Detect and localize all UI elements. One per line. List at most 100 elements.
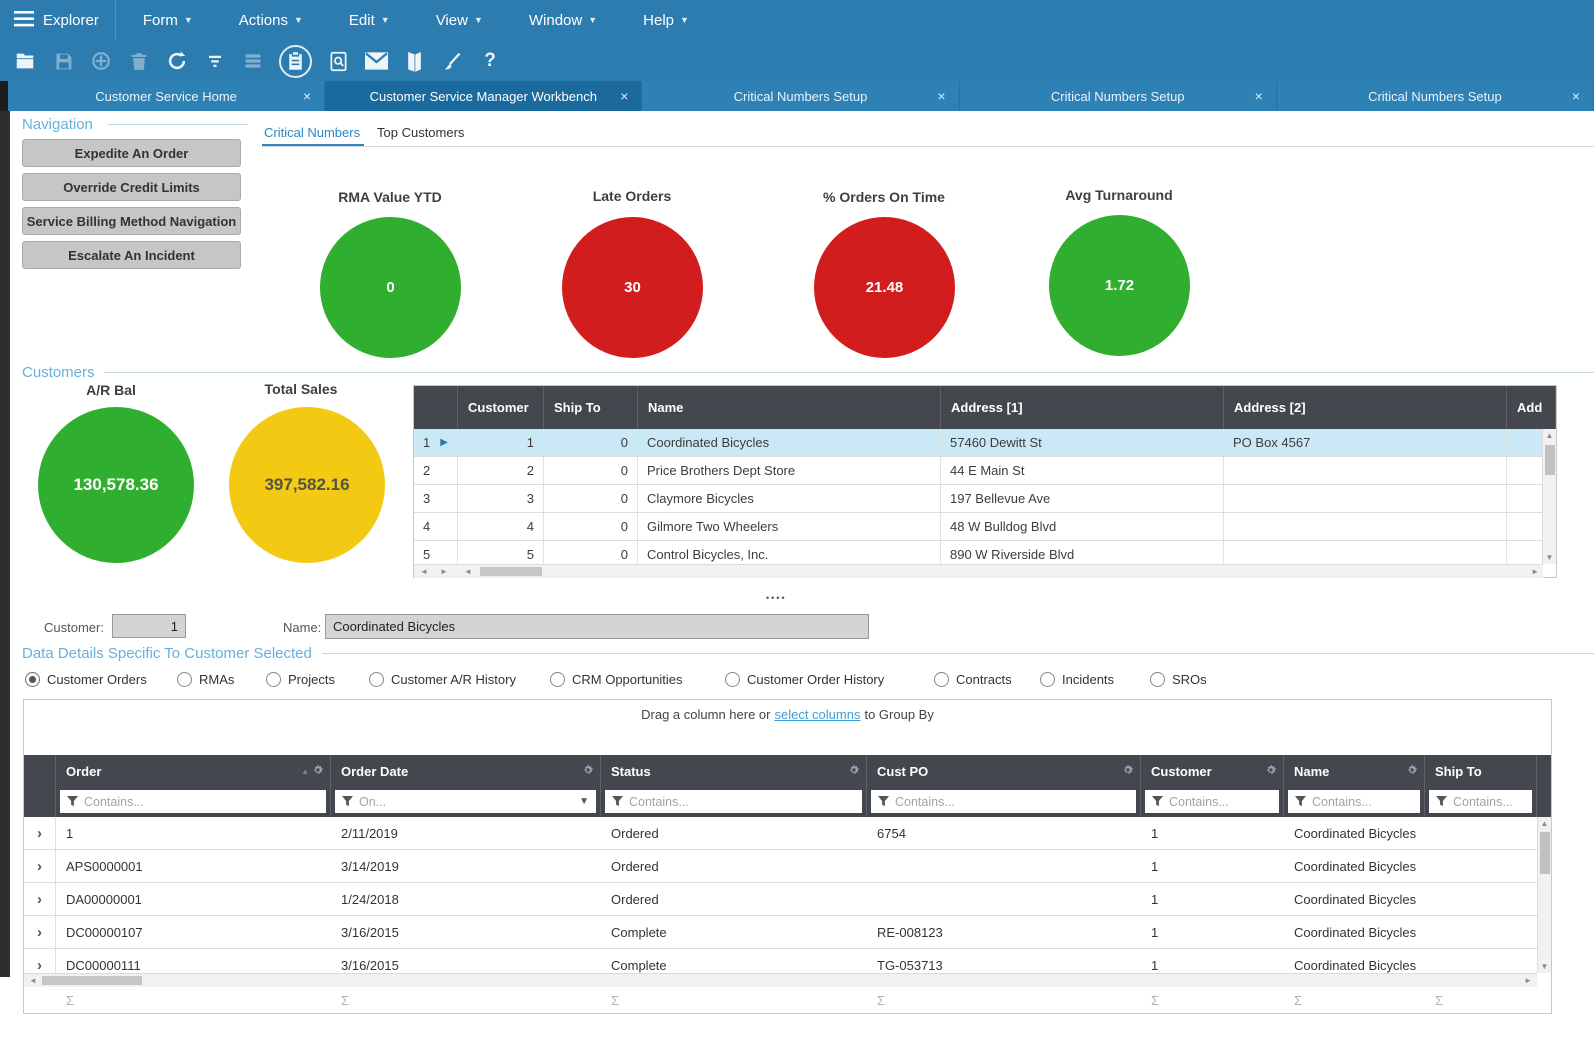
expand-row-icon[interactable]: › [24,817,56,849]
radio-projects[interactable]: Projects [266,672,335,687]
column-header-name[interactable]: Name [1284,755,1425,787]
column-header-customer[interactable]: Customer [458,386,544,429]
help-icon[interactable]: ? [478,49,502,73]
expand-row-icon[interactable]: › [24,916,56,948]
scroll-down-icon[interactable]: ▼ [1541,962,1549,971]
kpi-circle-rma-value-ytd[interactable]: 0 [320,217,461,358]
override-credit-limits-button[interactable]: Override Credit Limits [22,173,241,201]
column-header-ship-to[interactable]: Ship To [544,386,638,429]
scroll-left-icon[interactable]: ◄ [29,976,37,985]
scrollbar-thumb[interactable] [480,567,542,576]
order-row[interactable]: › 1 2/11/2019 Ordered 6754 1 Coordinated… [24,817,1537,850]
radio-customer-order-history[interactable]: Customer Order History [725,672,884,687]
envelope-icon[interactable] [364,49,388,73]
tab-critical-numbers-setup-1[interactable]: Critical Numbers Setup × [642,81,959,111]
scroll-right-icon[interactable]: ► [1524,976,1532,985]
menu-help[interactable]: Help▼ [633,12,699,29]
order-row[interactable]: › DC00000111 3/16/2015 Complete TG-05371… [24,949,1537,973]
scrollbar-thumb[interactable] [42,976,142,985]
explorer-menu[interactable]: Explorer [0,11,115,31]
radio-customer-ar-history[interactable]: Customer A/R History [369,672,516,687]
scroll-left-icon[interactable]: ◄ [464,567,472,576]
orders-vertical-scrollbar[interactable]: ▲ ▼ [1537,817,1551,973]
scrollbar-thumb[interactable] [1545,445,1555,475]
refresh-icon[interactable] [165,49,189,73]
close-icon[interactable]: × [1572,88,1580,104]
kpi-circle-late-orders[interactable]: 30 [562,217,703,358]
radio-sros[interactable]: SROs [1150,672,1207,687]
tab-customer-service-home[interactable]: Customer Service Home × [8,81,325,111]
radio-incidents[interactable]: Incidents [1040,672,1114,687]
close-icon[interactable]: × [937,88,945,104]
expedite-an-order-button[interactable]: Expedite An Order [22,139,241,167]
filter-input-cust-po[interactable]: Contains... [871,790,1136,813]
filter-icon[interactable] [203,49,227,73]
scroll-down-icon[interactable]: ▼ [1546,553,1554,562]
scroll-right-icon[interactable]: ► [1531,567,1539,576]
expand-row-icon[interactable]: › [24,949,56,973]
column-header-order-date[interactable]: Order Date [331,755,601,787]
close-icon[interactable]: × [303,88,311,104]
scroll-right-icon[interactable]: ► [440,567,448,576]
gauge-circle-ar-bal[interactable]: 130,578.36 [38,407,194,563]
clipboard-icon[interactable] [279,45,312,78]
customer-row[interactable]: 2 2 0 Price Brothers Dept Store 44 E Mai… [414,457,1543,485]
gear-icon[interactable] [1122,764,1134,779]
kpi-circle-orders-on-time[interactable]: 21.48 [814,217,955,358]
select-columns-link[interactable]: select columns [774,707,860,755]
filter-input-customer[interactable]: Contains... [1145,790,1279,813]
name-field[interactable]: Coordinated Bicycles [325,614,869,639]
chevron-down-icon[interactable]: ▼ [579,796,589,807]
escalate-an-incident-button[interactable]: Escalate An Incident [22,241,241,269]
menu-view[interactable]: View▼ [426,12,493,29]
expand-row-icon[interactable]: › [24,850,56,882]
service-billing-method-navigation-button[interactable]: Service Billing Method Navigation [22,207,241,235]
customer-row[interactable]: 3 3 0 Claymore Bicycles 197 Bellevue Ave [414,485,1543,513]
customers-horizontal-scrollbar[interactable]: ◄ ► ◄ ► [414,564,1543,578]
open-folder-icon[interactable] [13,49,37,73]
gauge-circle-total-sales[interactable]: 397,582.16 [229,407,385,563]
ledger-icon[interactable] [402,49,426,73]
gear-icon[interactable] [582,764,594,779]
tab-critical-numbers-setup-2[interactable]: Critical Numbers Setup × [960,81,1277,111]
customer-row-selected[interactable]: 1▶ 1 0 Coordinated Bicycles 57460 Dewitt… [414,429,1543,457]
filter-input-order[interactable]: Contains... [60,790,326,813]
order-row[interactable]: › DC00000107 3/16/2015 Complete RE-00812… [24,916,1537,949]
customer-field[interactable]: 1 [112,614,186,638]
order-row[interactable]: › APS0000001 3/14/2019 Ordered 1 Coordin… [24,850,1537,883]
filter-input-status[interactable]: Contains... [605,790,862,813]
expand-row-icon[interactable]: › [24,883,56,915]
scroll-up-icon[interactable]: ▲ [1546,431,1554,440]
column-header-status[interactable]: Status [601,755,867,787]
customer-row[interactable]: 4 4 0 Gilmore Two Wheelers 48 W Bulldog … [414,513,1543,541]
column-header-rownum[interactable] [414,386,458,429]
target-icon[interactable] [89,49,113,73]
radio-rmas[interactable]: RMAs [177,672,234,687]
filter-input-ship-to[interactable]: Contains... [1429,790,1532,813]
gear-icon[interactable] [312,764,324,779]
gear-icon[interactable] [848,764,860,779]
gear-icon[interactable] [1265,764,1277,779]
scroll-left-icon[interactable]: ◄ [420,567,428,576]
rows-icon[interactable] [241,49,265,73]
group-by-drop-zone[interactable]: Drag a column here or select columns to … [24,700,1551,755]
close-icon[interactable]: × [620,88,628,104]
column-header-ship-to[interactable]: Ship To [1425,755,1537,787]
filter-input-order-date[interactable]: On...▼ [335,790,596,813]
menu-edit[interactable]: Edit▼ [339,12,400,29]
brush-icon[interactable] [440,49,464,73]
gear-icon[interactable] [1406,764,1418,779]
kpi-circle-avg-turnaround[interactable]: 1.72 [1049,215,1190,356]
column-header-customer[interactable]: Customer [1141,755,1284,787]
radio-contracts[interactable]: Contracts [934,672,1012,687]
radio-crm-opportunities[interactable]: CRM Opportunities [550,672,683,687]
radio-customer-orders[interactable]: Customer Orders [25,672,147,687]
column-header-order[interactable]: Order ▲ [56,755,331,787]
document-search-icon[interactable] [326,49,350,73]
tab-customer-service-manager-workbench[interactable]: Customer Service Manager Workbench × [325,81,642,111]
column-header-address1[interactable]: Address [1] [941,386,1224,429]
save-icon[interactable] [51,49,75,73]
splitter-handle[interactable]: •••• [766,593,787,603]
column-header-add[interactable]: Add [1507,386,1556,429]
column-header-address2[interactable]: Address [2] [1224,386,1507,429]
